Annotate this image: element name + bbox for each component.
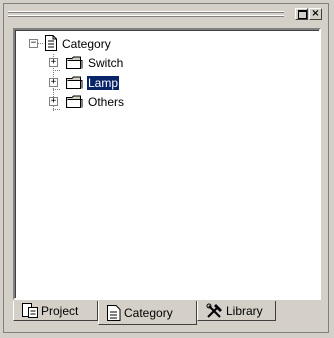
tree-item-others[interactable]: + Others (49, 93, 149, 111)
collapse-toggle[interactable]: − (29, 39, 38, 48)
tab-label: Project (41, 303, 79, 318)
expand-toggle[interactable]: + (49, 58, 58, 67)
tab-label: Category (124, 305, 173, 320)
category-tree[interactable]: − Category + Switch + Lamp + Others (13, 28, 321, 300)
folder-icon (66, 56, 83, 69)
maximize-button[interactable] (295, 8, 308, 20)
category-icon (107, 304, 121, 321)
folder-icon (66, 95, 83, 108)
close-button[interactable]: × (309, 8, 322, 20)
project-icon (22, 303, 38, 318)
tab-label: Library (226, 303, 263, 318)
panel-tab-strip: Project Category Library (13, 301, 323, 329)
tree-item-switch[interactable]: + Switch (49, 54, 149, 72)
folder-icon (66, 76, 83, 89)
tools-icon (206, 303, 222, 318)
tree-root-node[interactable]: − Category (29, 35, 149, 53)
close-icon: × (311, 8, 320, 19)
tree-item-label: Lamp (87, 76, 120, 90)
tree-item-label: Others (88, 95, 125, 109)
document-icon (45, 35, 57, 51)
expand-toggle[interactable]: + (49, 78, 58, 87)
tree-item-label: Switch (88, 56, 124, 70)
tree-item-lamp[interactable]: + Lamp (49, 74, 149, 92)
tab-library[interactable]: Library (197, 301, 276, 321)
category-panel: × − Category + Switch + Lamp + Others Pr… (0, 0, 334, 338)
maximize-icon (298, 10, 307, 19)
tab-category[interactable]: Category (98, 301, 197, 325)
tree-root-label: Category (62, 37, 111, 51)
panel-drag-grip[interactable] (8, 8, 284, 21)
expand-toggle[interactable]: + (49, 97, 58, 106)
tab-project[interactable]: Project (13, 301, 98, 321)
